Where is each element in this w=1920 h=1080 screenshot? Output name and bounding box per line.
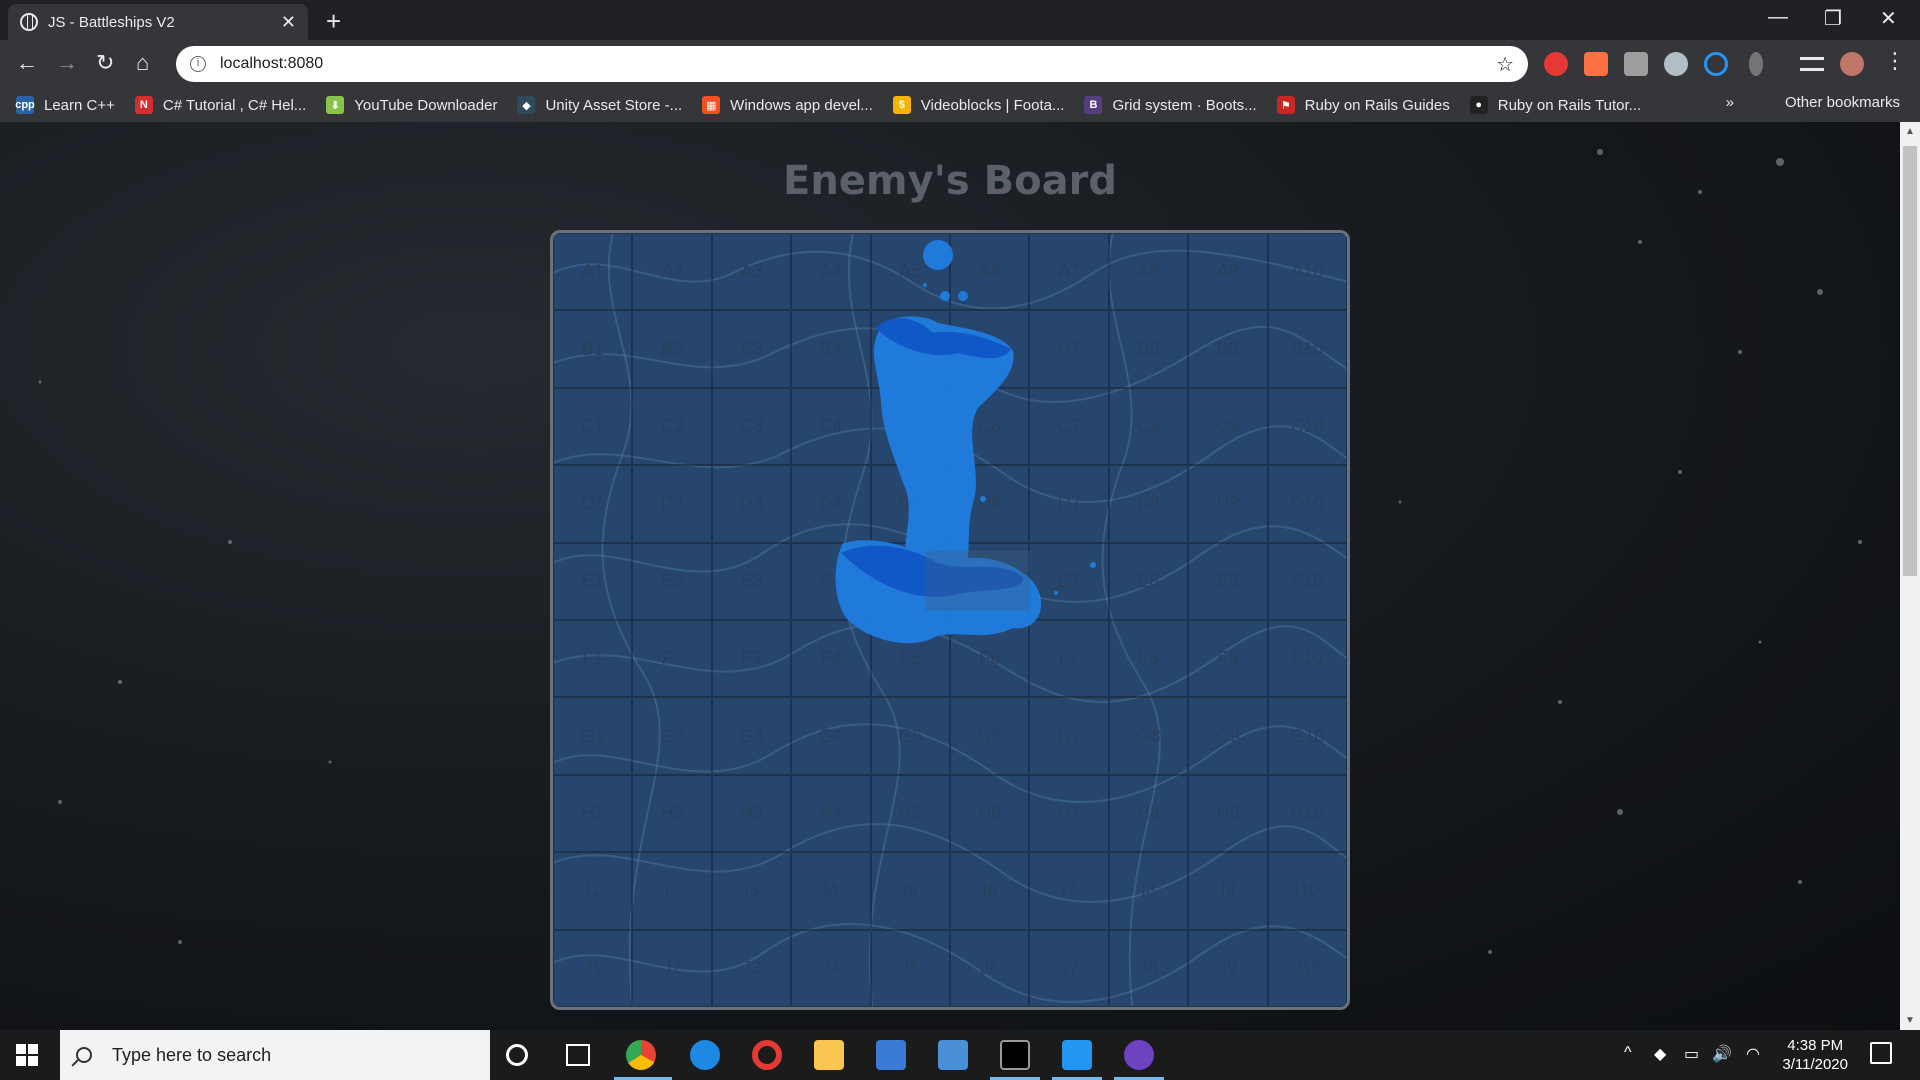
bookmark-item[interactable]: ● Ruby on Rails Tutor... [1469, 96, 1642, 114]
volume-icon[interactable]: 🔊 [1712, 1044, 1732, 1064]
bookmark-star-icon[interactable]: ☆ [1496, 52, 1514, 77]
extension-office-icon[interactable] [1584, 52, 1608, 76]
bookmark-label: C# Tutorial , C# Hel... [162, 96, 307, 114]
new-tab-button[interactable]: + [326, 6, 341, 37]
edge-icon[interactable] [690, 1040, 720, 1070]
bookmark-label: Grid system · Boots... [1112, 96, 1257, 114]
search-placeholder: Type here to search [112, 1044, 272, 1065]
back-button[interactable]: ← [16, 50, 38, 76]
videoblocks-icon: $ [892, 96, 911, 114]
browser-toolbar: ← → ↻ ⌂ i localhost:8080 ☆ ⋮ [0, 40, 1920, 88]
home-button[interactable]: ⌂ [136, 50, 149, 76]
bookmarks-overflow-button[interactable]: » [1726, 94, 1734, 111]
task-view-icon[interactable] [566, 1044, 590, 1066]
system-clock[interactable]: 4:38 PM 3/11/2020 [1782, 1036, 1848, 1074]
opera-icon[interactable] [752, 1040, 782, 1070]
tab-battleships[interactable]: JS - Battleships V2 ✕ [8, 4, 308, 40]
reload-button[interactable]: ↻ [96, 50, 114, 76]
extension-mouse-icon[interactable] [1749, 52, 1763, 76]
clock-date: 3/11/2020 [1782, 1056, 1848, 1073]
enemy-board: A1A2A3A4A5A6A7A8A9A10B1B2B3B4B5B6B7B8B9B… [550, 230, 1350, 1010]
bookmark-item[interactable]: ▦ Windows app devel... [702, 96, 873, 114]
tab-strip: JS - Battleships V2 ✕ + — ❐ ✕ [0, 0, 1920, 40]
extension-c-icon[interactable] [1704, 52, 1728, 76]
other-bookmarks-label: Other bookmarks [1784, 94, 1900, 111]
bookmark-item[interactable]: N C# Tutorial , C# Hel... [134, 96, 307, 114]
bookmarks-bar: cpp Learn C++ N C# Tutorial , C# Hel... ⬇ You… [0, 88, 1920, 122]
rails-icon: ⚑ [1276, 96, 1295, 114]
bookmark-label: Ruby on Rails Guides [1304, 96, 1450, 114]
bookmark-item[interactable]: B Grid system · Boots... [1084, 96, 1257, 114]
maximize-button[interactable]: ❐ [1824, 6, 1842, 31]
water-splash-effect [835, 240, 1096, 644]
microsoft-store-icon[interactable] [876, 1040, 906, 1070]
bookmark-item[interactable]: ⚑ Ruby on Rails Guides [1276, 96, 1450, 114]
close-window-button[interactable]: ✕ [1880, 6, 1897, 31]
page-viewport: Enemy's Board A1 A2 A3 A4 A5 A6 A7 A8 A9 A10 B1 B2 B… [0, 122, 1900, 1030]
bookmark-item[interactable]: $ Videoblocks | Foota... [892, 96, 1065, 114]
n-icon: N [134, 96, 153, 114]
taskbar-search-box[interactable]: Type here to search [60, 1030, 490, 1080]
address-bar[interactable]: i localhost:8080 ☆ [176, 46, 1528, 82]
dropbox-icon[interactable]: ◆ [1654, 1044, 1666, 1064]
minimize-button[interactable]: — [1768, 6, 1788, 29]
page-scrollbar[interactable]: ▲ ▼ [1900, 122, 1920, 1030]
globe-icon [20, 13, 38, 31]
windows-start-icon[interactable] [16, 1044, 38, 1066]
github-desktop-icon[interactable] [1124, 1040, 1154, 1070]
tray-chevron-icon[interactable]: ^ [1624, 1044, 1632, 1062]
bookmark-label: Ruby on Rails Tutor... [1497, 96, 1642, 114]
forward-button[interactable]: → [56, 50, 78, 76]
bookmark-item[interactable]: cpp Learn C++ [15, 96, 115, 114]
clock-time: 4:38 PM [1787, 1037, 1844, 1054]
info-icon[interactable]: i [190, 56, 206, 72]
bookmark-label: Learn C++ [44, 96, 115, 114]
download-icon: ⬇ [326, 96, 345, 114]
scroll-up-icon[interactable]: ▲ [1905, 126, 1915, 137]
bookmark-label: YouTube Downloader [354, 96, 498, 114]
bootstrap-icon: B [1084, 96, 1103, 114]
notifications-icon[interactable] [1870, 1042, 1892, 1064]
mail-icon[interactable] [938, 1040, 968, 1070]
vscode-icon[interactable] [1062, 1040, 1092, 1070]
scrollbar-thumb[interactable] [1903, 146, 1917, 576]
file-explorer-icon[interactable] [814, 1040, 844, 1070]
bookmark-item[interactable]: ⬇ YouTube Downloader [326, 96, 497, 114]
terminal-icon[interactable] [1000, 1040, 1030, 1070]
menu-icon[interactable]: ⋮ [1884, 48, 1906, 74]
extension-puzzle-icon[interactable] [1624, 52, 1648, 76]
wifi-icon[interactable]: ◠ [1746, 1044, 1760, 1064]
search-icon [76, 1047, 92, 1063]
bookmark-label: Videoblocks | Foota... [920, 96, 1065, 114]
tab-close-icon[interactable]: ✕ [281, 12, 296, 33]
cpp-icon: cpp [15, 96, 35, 114]
profile-avatar[interactable] [1840, 52, 1864, 76]
tab-title: JS - Battleships V2 [48, 13, 175, 31]
page-title: Enemy's Board [783, 158, 1117, 204]
chrome-icon[interactable] [626, 1040, 656, 1070]
media-control-icon[interactable] [1800, 57, 1824, 71]
windows-taskbar: Type here to search ^ ◆ ▭ 🔊 ◠ 4:38 PM 3/… [0, 1030, 1920, 1080]
url-text: localhost:8080 [220, 55, 324, 72]
unity-icon: ◆ [517, 96, 536, 114]
battery-icon[interactable]: ▭ [1684, 1044, 1699, 1064]
extension-shield-icon[interactable] [1664, 52, 1688, 76]
bookmark-label: Windows app devel... [730, 96, 873, 114]
bookmark-item[interactable]: ◆ Unity Asset Store -... [517, 96, 682, 114]
adblock-icon[interactable] [1544, 52, 1568, 76]
bookmark-label: Unity Asset Store -... [545, 96, 683, 114]
other-bookmarks[interactable]: Other bookmarks [1785, 94, 1900, 111]
scroll-down-icon[interactable]: ▼ [1905, 1015, 1915, 1026]
rails-tutorial-icon: ● [1469, 96, 1488, 114]
windows-icon: ▦ [702, 96, 721, 114]
cortana-icon[interactable] [506, 1044, 528, 1066]
